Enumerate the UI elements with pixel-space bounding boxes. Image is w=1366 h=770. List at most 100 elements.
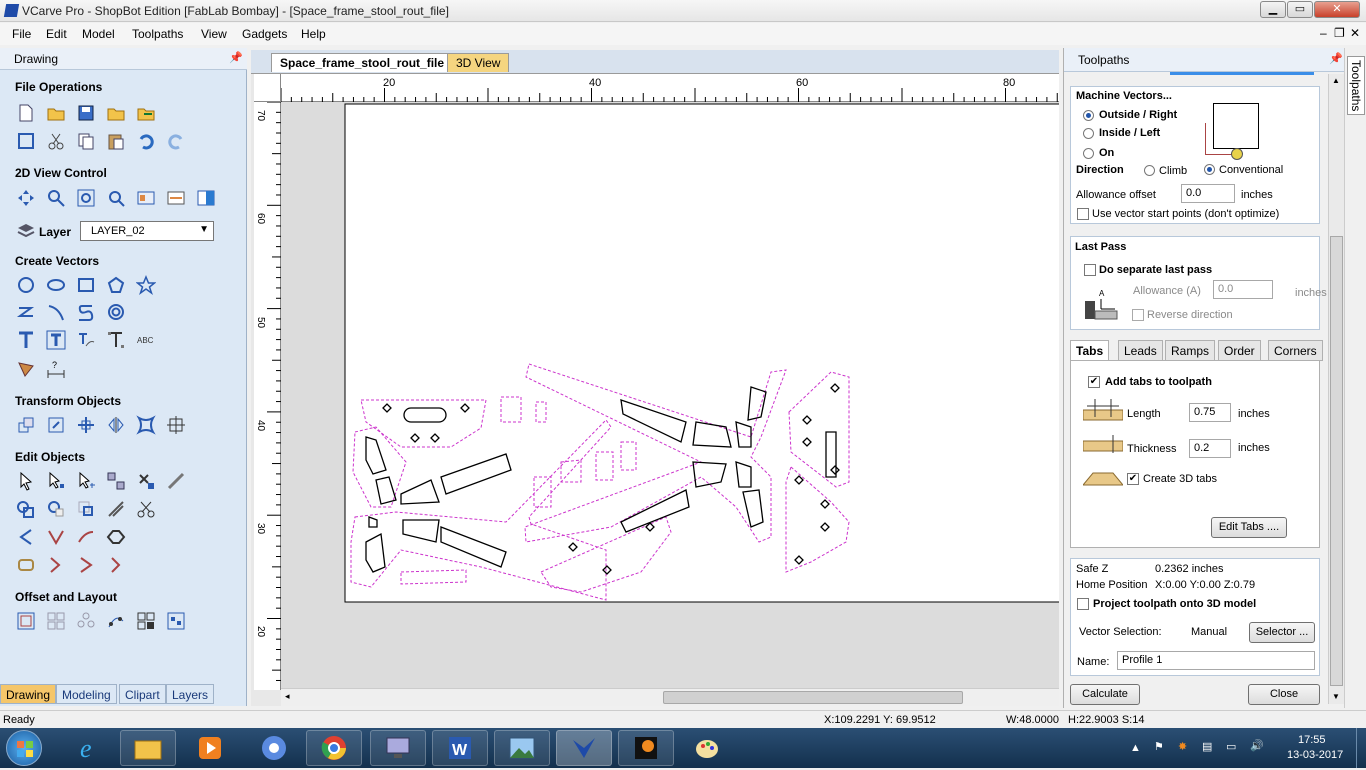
tab-order[interactable]: Order — [1218, 340, 1261, 361]
scrollbar-thumb[interactable] — [663, 691, 963, 704]
pan-icon[interactable] — [15, 187, 37, 209]
break-icon[interactable] — [105, 554, 127, 576]
split-view-icon[interactable] — [195, 187, 217, 209]
intersect-icon[interactable] — [75, 498, 97, 520]
extend-icon[interactable] — [75, 526, 97, 548]
fit-vectors-icon[interactable] — [165, 610, 187, 632]
menu-file[interactable]: File — [12, 27, 31, 41]
climb-radio[interactable] — [1144, 165, 1155, 176]
draw-circle-icon[interactable] — [15, 274, 37, 296]
chromium-icon[interactable] — [246, 730, 302, 766]
weld-icon[interactable] — [15, 498, 37, 520]
on-radio[interactable] — [1083, 148, 1094, 159]
allowance-offset-input[interactable]: 0.0 — [1181, 184, 1235, 203]
redo-icon[interactable] — [165, 130, 187, 152]
clock-date[interactable]: 13-03-2017 — [1287, 749, 1343, 761]
mirror-icon[interactable] — [105, 414, 127, 436]
outside-right-radio[interactable] — [1083, 110, 1094, 121]
internet-explorer-icon[interactable]: e — [62, 730, 118, 766]
array-copy-icon[interactable] — [45, 610, 67, 632]
dimension-icon[interactable]: ? — [45, 357, 67, 379]
transform-select-icon[interactable] — [75, 470, 97, 492]
open-file-icon[interactable] — [45, 102, 67, 124]
device-icon[interactable]: ▤ — [1202, 740, 1212, 753]
start-button[interactable] — [6, 730, 42, 766]
text-on-curve-icon[interactable] — [75, 329, 97, 351]
set-position-icon[interactable] — [165, 414, 187, 436]
tab-length-input[interactable]: 0.75 — [1189, 403, 1231, 422]
zoom-extents-icon[interactable] — [75, 187, 97, 209]
drawing-canvas[interactable] — [281, 102, 1059, 690]
close-button[interactable]: Close — [1248, 684, 1320, 705]
node-edit-icon[interactable] — [45, 470, 67, 492]
create-3d-tabs-checkbox[interactable]: ✔ — [1127, 473, 1139, 485]
side-tab-toolpaths[interactable]: Toolpaths — [1347, 56, 1365, 116]
draw-polyline-icon[interactable] — [15, 301, 37, 323]
selection-tools-icon[interactable] — [105, 470, 127, 492]
vcarve-taskbar-icon[interactable] — [556, 730, 612, 766]
tab-leads[interactable]: Leads — [1118, 340, 1163, 361]
mdi-close-icon[interactable]: ✕ — [1350, 26, 1360, 40]
inside-left-radio[interactable] — [1083, 128, 1094, 139]
smooth-icon[interactable] — [75, 554, 97, 576]
reverse-direction-checkbox[interactable] — [1132, 309, 1144, 321]
paste-icon[interactable] — [105, 130, 127, 152]
paint-icon[interactable] — [680, 730, 736, 766]
tab-2d-document[interactable]: Space_frame_stool_rout_file — [271, 53, 454, 72]
save-icon[interactable] — [75, 102, 97, 124]
tab-clipart[interactable]: Clipart — [119, 684, 166, 704]
chrome-icon[interactable] — [306, 730, 362, 766]
cut-icon[interactable] — [45, 130, 67, 152]
add-tabs-checkbox[interactable]: ✔ — [1088, 376, 1100, 388]
menu-gadgets[interactable]: Gadgets — [242, 27, 287, 41]
zoom-icon[interactable] — [45, 187, 67, 209]
subtract-icon[interactable] — [45, 498, 67, 520]
undo-icon[interactable] — [135, 130, 157, 152]
separate-last-pass-checkbox[interactable] — [1084, 264, 1096, 276]
media-player-icon[interactable] — [182, 730, 238, 766]
abc-text-icon[interactable]: ABC — [135, 329, 157, 351]
tab-modeling[interactable]: Modeling — [56, 684, 117, 704]
panel-scrollbar[interactable]: ▲ ▼ — [1328, 74, 1344, 704]
last-pass-allowance-input[interactable]: 0.0 — [1213, 280, 1273, 299]
edit-tabs-button[interactable]: Edit Tabs .... — [1211, 517, 1287, 538]
show-desktop-button[interactable] — [1356, 728, 1366, 768]
draw-rectangle-icon[interactable] — [75, 274, 97, 296]
close-window-button[interactable]: ✕ — [1314, 1, 1360, 18]
photo-viewer-icon[interactable] — [494, 730, 550, 766]
menu-help[interactable]: Help — [301, 27, 326, 41]
text-arc-icon[interactable] — [105, 329, 127, 351]
export-icon[interactable] — [135, 102, 157, 124]
tab-3d-view[interactable]: 3D View — [447, 53, 510, 72]
join-vectors-icon[interactable] — [105, 526, 127, 548]
draw-ellipse-icon[interactable] — [45, 274, 67, 296]
volume-icon[interactable]: 🔊 — [1250, 739, 1264, 752]
align-icon[interactable] — [75, 414, 97, 436]
zoom-selection-icon[interactable] — [105, 187, 127, 209]
move-icon[interactable] — [15, 414, 37, 436]
measure-icon[interactable] — [165, 470, 187, 492]
menu-toolpaths[interactable]: Toolpaths — [132, 27, 183, 41]
scroll-left-icon[interactable]: ◂ — [285, 691, 290, 702]
mdi-minimize-icon[interactable]: – — [1320, 26, 1327, 40]
draw-bitmap-icon[interactable] — [15, 357, 37, 379]
pin-icon[interactable]: 📌 — [1329, 52, 1343, 65]
auto-layout-text-icon[interactable] — [45, 329, 67, 351]
draw-spiral-icon[interactable] — [105, 301, 127, 323]
selector-button[interactable]: Selector ... — [1249, 622, 1315, 643]
project-toolpath-checkbox[interactable] — [1077, 598, 1089, 610]
remote-desktop-icon[interactable] — [370, 730, 426, 766]
calculate-button[interactable]: Calculate — [1070, 684, 1140, 705]
fillet-icon[interactable] — [15, 526, 37, 548]
nesting-icon[interactable] — [135, 610, 157, 632]
draw-arc-icon[interactable] — [45, 301, 67, 323]
draw-star-icon[interactable] — [135, 274, 157, 296]
draw-text-icon[interactable] — [15, 329, 37, 351]
show-hidden-icons[interactable]: ▲ — [1130, 742, 1141, 754]
offset-icon[interactable] — [15, 610, 37, 632]
tab-corners[interactable]: Corners — [1268, 340, 1323, 361]
scissors-icon[interactable] — [135, 498, 157, 520]
layer-dropdown[interactable]: LAYER_02 ▼ — [80, 221, 214, 241]
shopbot-icon[interactable] — [618, 730, 674, 766]
maximize-button[interactable]: ▭ — [1287, 1, 1313, 18]
